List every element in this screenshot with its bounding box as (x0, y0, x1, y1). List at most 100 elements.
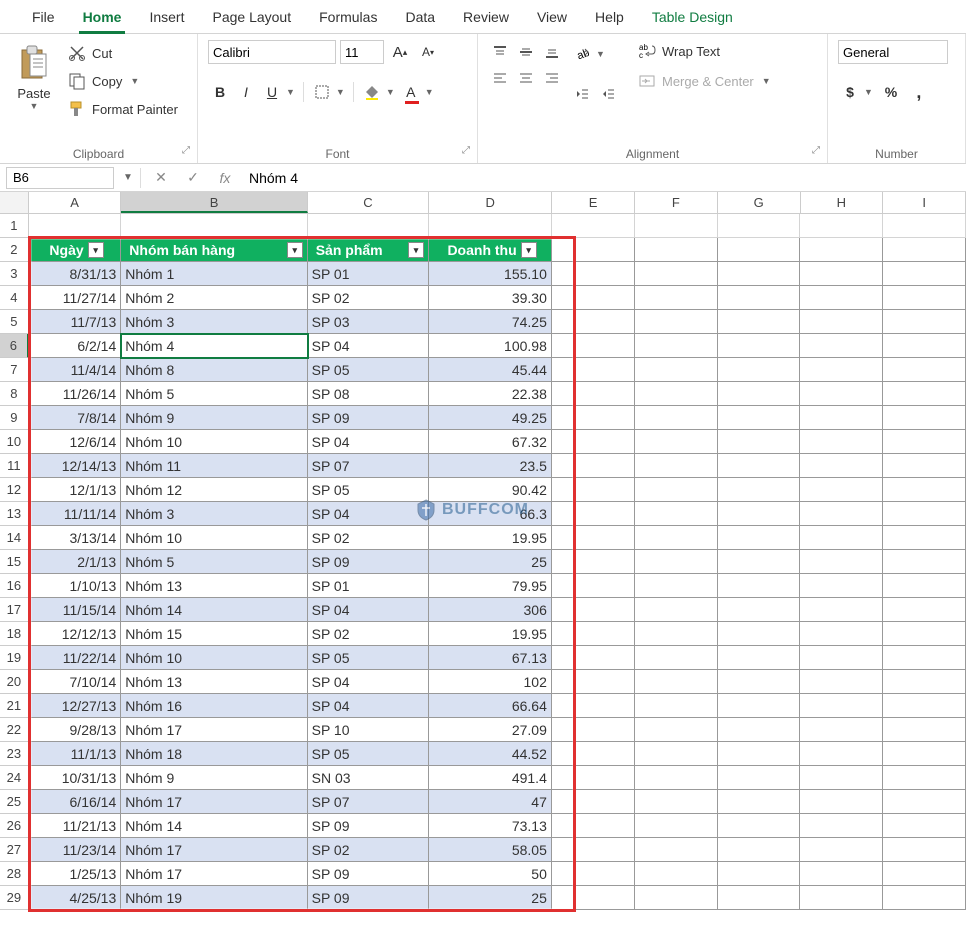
align-top-button[interactable] (488, 40, 512, 64)
comma-button[interactable]: , (907, 80, 931, 104)
cell-E25[interactable] (552, 790, 635, 814)
number-format-select[interactable] (838, 40, 948, 64)
cell-G21[interactable] (718, 694, 801, 718)
cell-A9[interactable]: 7/8/14 (29, 406, 121, 430)
cell-E15[interactable] (552, 550, 635, 574)
cell-A23[interactable]: 11/1/13 (29, 742, 121, 766)
cell-D28[interactable]: 50 (429, 862, 552, 886)
cell-D6[interactable]: 100.98 (429, 334, 552, 358)
cell-F25[interactable] (635, 790, 718, 814)
cell-F20[interactable] (635, 670, 718, 694)
row-header-11[interactable]: 11 (0, 454, 29, 478)
cell-C18[interactable]: SP 02 (308, 622, 429, 646)
cell-A26[interactable]: 11/21/13 (29, 814, 121, 838)
cell-B16[interactable]: Nhóm 13 (121, 574, 307, 598)
cell-D25[interactable]: 47 (429, 790, 552, 814)
filter-button-B[interactable]: ▾ (287, 242, 303, 258)
cell-I3[interactable] (883, 262, 966, 286)
cell-F12[interactable] (635, 478, 718, 502)
clipboard-dialog-launcher[interactable]: ⤢ (179, 145, 193, 159)
cell-B11[interactable]: Nhóm 11 (121, 454, 307, 478)
cell-H20[interactable] (800, 670, 883, 694)
cell-D18[interactable]: 19.95 (429, 622, 552, 646)
row-header-29[interactable]: 29 (0, 886, 29, 910)
cell-C10[interactable]: SP 04 (308, 430, 429, 454)
cell-C1[interactable] (308, 214, 429, 238)
cell-B26[interactable]: Nhóm 14 (121, 814, 307, 838)
cell-A1[interactable] (29, 214, 121, 238)
cell-B1[interactable] (121, 214, 307, 238)
accounting-format-button[interactable]: $ (838, 80, 862, 104)
cell-F22[interactable] (635, 718, 718, 742)
cell-B9[interactable]: Nhóm 9 (121, 406, 307, 430)
cell-G20[interactable] (718, 670, 801, 694)
filter-button-D[interactable]: ▾ (521, 242, 537, 258)
cell-E10[interactable] (552, 430, 635, 454)
cell-H8[interactable] (800, 382, 883, 406)
cell-I29[interactable] (883, 886, 966, 910)
cell-F26[interactable] (635, 814, 718, 838)
cell-E23[interactable] (552, 742, 635, 766)
cell-C25[interactable]: SP 07 (308, 790, 429, 814)
cell-C28[interactable]: SP 09 (308, 862, 429, 886)
cell-B3[interactable]: Nhóm 1 (121, 262, 307, 286)
cell-D3[interactable]: 155.10 (429, 262, 552, 286)
cell-D10[interactable]: 67.32 (429, 430, 552, 454)
increase-font-button[interactable]: A▴ (388, 40, 412, 64)
cell-B22[interactable]: Nhóm 17 (121, 718, 307, 742)
cell-D4[interactable]: 39.30 (429, 286, 552, 310)
cell-A29[interactable]: 4/25/13 (29, 886, 121, 910)
cell-B25[interactable]: Nhóm 17 (121, 790, 307, 814)
cell-C14[interactable]: SP 02 (308, 526, 429, 550)
row-header-8[interactable]: 8 (0, 382, 29, 406)
cell-A19[interactable]: 11/22/14 (29, 646, 121, 670)
cell-A24[interactable]: 10/31/13 (29, 766, 121, 790)
name-box[interactable] (6, 167, 114, 189)
table-header-B[interactable]: Nhóm bán hàng▾ (121, 238, 307, 262)
cell-E5[interactable] (552, 310, 635, 334)
cell-H14[interactable] (800, 526, 883, 550)
cell-A22[interactable]: 9/28/13 (29, 718, 121, 742)
cell-F27[interactable] (635, 838, 718, 862)
name-box-dropdown[interactable]: ▼ (120, 172, 136, 183)
row-header-16[interactable]: 16 (0, 574, 29, 598)
cell-C9[interactable]: SP 09 (308, 406, 429, 430)
cell-F23[interactable] (635, 742, 718, 766)
cell-E7[interactable] (552, 358, 635, 382)
column-header-I[interactable]: I (883, 192, 966, 213)
cell-B4[interactable]: Nhóm 2 (121, 286, 307, 310)
cell-I5[interactable] (883, 310, 966, 334)
cell-B21[interactable]: Nhóm 16 (121, 694, 307, 718)
cell-C22[interactable]: SP 10 (308, 718, 429, 742)
align-right-button[interactable] (540, 66, 564, 90)
cell-D17[interactable]: 306 (429, 598, 552, 622)
row-header-12[interactable]: 12 (0, 478, 29, 502)
cell-B12[interactable]: Nhóm 12 (121, 478, 307, 502)
cell-E28[interactable] (552, 862, 635, 886)
border-button[interactable] (310, 80, 334, 104)
cell-F18[interactable] (635, 622, 718, 646)
cell-G13[interactable] (718, 502, 801, 526)
underline-button[interactable]: U (260, 80, 284, 104)
alignment-dialog-launcher[interactable]: ⤢ (809, 145, 823, 159)
row-header-26[interactable]: 26 (0, 814, 29, 838)
cell-A17[interactable]: 11/15/14 (29, 598, 121, 622)
cell-I12[interactable] (883, 478, 966, 502)
cell-D7[interactable]: 45.44 (429, 358, 552, 382)
cell-C4[interactable]: SP 02 (308, 286, 429, 310)
cell-B6[interactable]: Nhóm 4 (121, 334, 307, 358)
table-header-A[interactable]: Ngày▾ (29, 238, 122, 262)
cell-E8[interactable] (552, 382, 635, 406)
cell-C21[interactable]: SP 04 (308, 694, 429, 718)
cell-I2[interactable] (883, 238, 966, 262)
column-header-G[interactable]: G (718, 192, 801, 213)
cell-F9[interactable] (635, 406, 718, 430)
cell-B19[interactable]: Nhóm 10 (121, 646, 307, 670)
row-header-4[interactable]: 4 (0, 286, 29, 310)
cell-D24[interactable]: 491.4 (429, 766, 552, 790)
format-painter-button[interactable]: Format Painter (64, 98, 182, 120)
cell-B23[interactable]: Nhóm 18 (121, 742, 307, 766)
cell-C27[interactable]: SP 02 (308, 838, 429, 862)
cell-F15[interactable] (635, 550, 718, 574)
row-header-14[interactable]: 14 (0, 526, 29, 550)
